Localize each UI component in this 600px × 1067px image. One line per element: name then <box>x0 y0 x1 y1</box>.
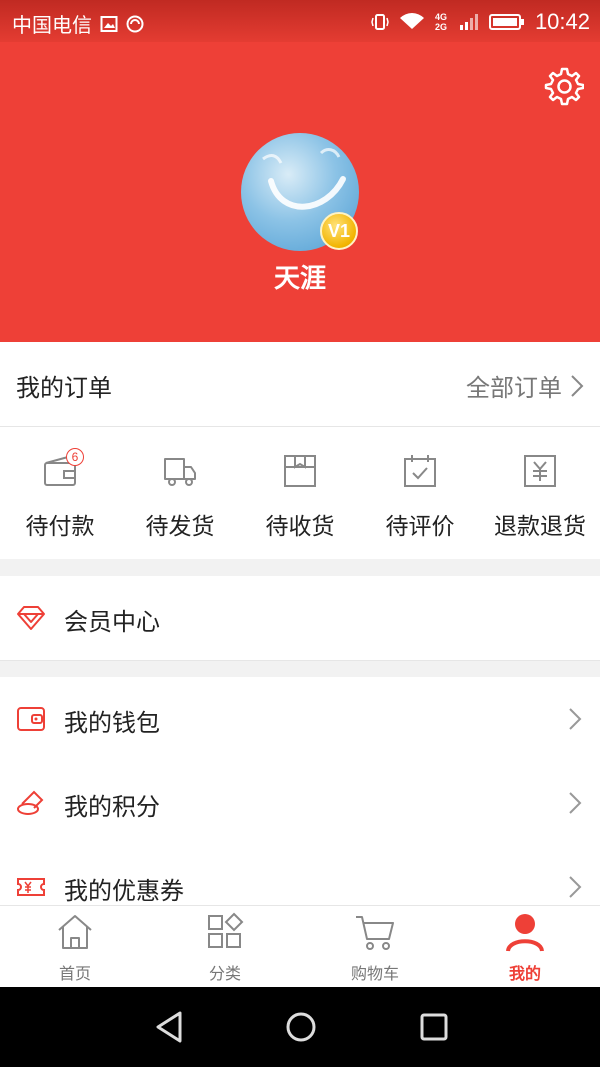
settings-gear-icon[interactable] <box>544 66 584 106</box>
tab-cart[interactable]: 购物车 <box>300 906 450 988</box>
member-center-row[interactable]: 会员中心 <box>0 576 600 661</box>
tab-home-label: 首页 <box>58 964 91 983</box>
order-status-label: 待收货 <box>265 514 335 540</box>
refund-icon <box>524 455 556 487</box>
chevron-right-icon <box>569 876 582 898</box>
order-status-row: 6 待付款 待发货 待收货 待评价 退款退货 <box>0 427 600 559</box>
wallet-label: 我的钱包 <box>64 709 160 737</box>
diamond-icon <box>17 606 45 630</box>
battery-icon <box>488 14 524 30</box>
order-status-label: 待发货 <box>145 514 215 540</box>
all-orders-label: 全部订单 <box>466 374 562 402</box>
vibrate-icon <box>371 14 389 30</box>
pending-payment-count-badge: 6 <box>66 448 84 466</box>
network-type: 4G 2G <box>434 12 447 32</box>
calendar-check-icon <box>404 455 436 487</box>
tab-cart-label: 购物车 <box>350 964 399 983</box>
order-status-label: 待评价 <box>385 514 455 540</box>
all-orders-link[interactable]: 全部订单 <box>466 368 584 403</box>
truck-icon <box>164 458 196 486</box>
order-status-to-receive[interactable]: 待收货 <box>240 427 360 559</box>
category-icon <box>208 912 244 948</box>
coupon-icon <box>17 878 45 896</box>
my-orders-title: 我的订单 <box>16 374 112 402</box>
tab-category[interactable]: 分类 <box>150 906 300 988</box>
home-circle-icon[interactable] <box>281 1007 321 1047</box>
level-badge: V1 <box>320 212 358 250</box>
member-center-label: 会员中心 <box>64 608 160 636</box>
chevron-right-icon <box>569 708 582 730</box>
order-status-label: 退款退货 <box>494 514 586 540</box>
tab-me[interactable]: 我的 <box>450 906 600 988</box>
points-row[interactable]: 我的积分 <box>0 761 600 846</box>
user-icon <box>506 914 544 952</box>
username: 天涯 <box>273 264 326 294</box>
order-status-to-review[interactable]: 待评价 <box>360 427 480 559</box>
cart-icon <box>356 916 394 950</box>
coupon-row[interactable]: 我的优惠券 <box>0 845 600 905</box>
home-icon <box>58 915 92 949</box>
chevron-right-icon <box>569 792 582 814</box>
box-icon <box>284 455 316 487</box>
signal-icon <box>459 14 478 30</box>
clock: 10:42 <box>534 9 590 34</box>
recents-square-icon[interactable] <box>414 1007 454 1047</box>
points-icon <box>17 790 44 815</box>
coupon-label: 我的优惠券 <box>64 877 184 905</box>
order-status-pending-payment[interactable]: 6 待付款 <box>0 427 120 559</box>
tab-me-label: 我的 <box>508 964 541 983</box>
sync-notification-icon <box>126 15 144 32</box>
tab-home[interactable]: 首页 <box>0 906 150 988</box>
order-status-to-ship[interactable]: 待发货 <box>120 427 240 559</box>
carrier-label: 中国电信 <box>12 15 92 37</box>
system-nav-bar <box>0 987 600 1067</box>
back-icon[interactable] <box>150 1007 190 1047</box>
points-label: 我的积分 <box>64 793 160 821</box>
status-bar: 中国电信 4G 2G 10:42 <box>0 0 600 42</box>
my-orders-header[interactable]: 我的订单 全部订单 <box>0 342 600 427</box>
wifi-icon <box>399 13 424 29</box>
chevron-right-icon <box>571 374 584 397</box>
order-status-refund[interactable]: 退款退货 <box>480 427 600 559</box>
bottom-tab-bar: 首页 分类 购物车 我的 <box>0 905 600 988</box>
wallet-icon <box>17 707 45 731</box>
wallet-row[interactable]: 我的钱包 <box>0 677 600 762</box>
image-notification-icon <box>100 15 118 32</box>
tab-category-label: 分类 <box>208 964 241 983</box>
order-status-label: 待付款 <box>25 514 95 540</box>
